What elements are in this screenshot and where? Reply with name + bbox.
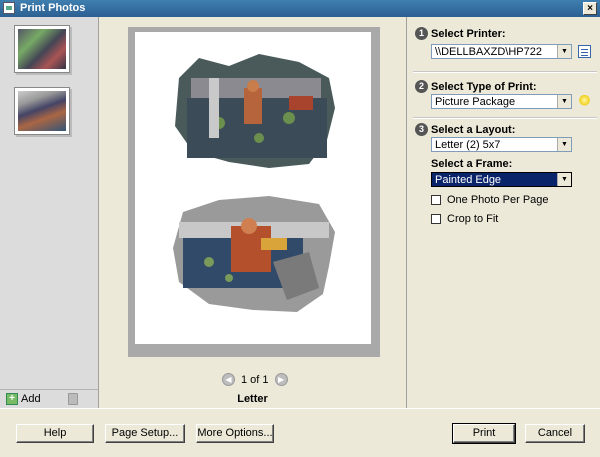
add-label: Add — [21, 393, 41, 405]
help-button[interactable]: Help — [16, 424, 94, 443]
crop-to-fit-label: Crop to Fit — [447, 213, 499, 225]
select-layout-label: Select a Layout: — [431, 124, 516, 136]
add-icon: + — [6, 393, 18, 405]
print-photos-app-icon — [3, 2, 15, 14]
page-setup-button[interactable]: Page Setup... — [105, 424, 185, 443]
printer-dropdown[interactable]: \\DELLBAXZD\HP722 ▼ — [431, 44, 572, 59]
photo-thumbnail-2[interactable] — [14, 87, 70, 135]
next-page-arrow-icon[interactable]: ▶ — [274, 373, 288, 386]
layout-value: Letter (2) 5x7 — [435, 139, 501, 151]
printer-properties-icon[interactable] — [578, 45, 591, 58]
dialog-button-bar: Help Page Setup... More Options... Print… — [0, 408, 600, 457]
frame-value: Painted Edge — [435, 174, 502, 186]
crop-to-fit-checkbox[interactable]: Crop to Fit — [431, 213, 498, 225]
print-button[interactable]: Print — [452, 423, 516, 444]
window-title: Print Photos — [20, 2, 86, 14]
divider — [413, 71, 597, 73]
one-photo-per-page-checkbox[interactable]: One Photo Per Page — [431, 194, 549, 206]
print-preview-area: ◀ 1 of 1 ▶ Letter — [99, 17, 406, 408]
page-navigator: ◀ 1 of 1 ▶ — [222, 373, 288, 386]
photo-thumbnail-1[interactable] — [14, 25, 70, 73]
frame-dropdown[interactable]: Painted Edge ▼ — [431, 172, 572, 187]
page-size-label: Letter — [237, 393, 268, 405]
trash-icon[interactable] — [68, 393, 78, 405]
more-options-button[interactable]: More Options... — [196, 424, 274, 443]
step-3-badge: 3 — [415, 123, 428, 136]
print-settings-panel: 1 Select Printer: \\DELLBAXZD\HP722 ▼ 2 … — [406, 17, 600, 408]
print-type-dropdown[interactable]: Picture Package ▼ — [431, 94, 572, 109]
add-photo-button[interactable]: + Add — [6, 393, 41, 405]
checkbox-box[interactable] — [431, 214, 441, 224]
cancel-button[interactable]: Cancel — [525, 424, 585, 443]
chevron-down-icon[interactable]: ▼ — [557, 95, 571, 108]
layout-dropdown[interactable]: Letter (2) 5x7 ▼ — [431, 137, 572, 152]
lightbulb-icon[interactable] — [578, 95, 591, 108]
page-preview-frame — [128, 27, 380, 357]
checkbox-box[interactable] — [431, 195, 441, 205]
printer-value: \\DELLBAXZD\HP722 — [435, 46, 542, 58]
step-2-badge: 2 — [415, 80, 428, 93]
print-type-value: Picture Package — [435, 96, 516, 108]
chevron-down-icon[interactable]: ▼ — [557, 138, 571, 151]
divider — [413, 117, 597, 119]
page-preview — [135, 32, 371, 344]
select-printer-label: Select Printer: — [431, 28, 506, 40]
page-counter: 1 of 1 — [241, 373, 269, 386]
step-1-badge: 1 — [415, 27, 428, 40]
select-type-label: Select Type of Print: — [431, 81, 537, 93]
chevron-down-icon[interactable]: ▼ — [557, 173, 571, 186]
thumbnail-toolbar: + Add — [0, 389, 98, 409]
preview-photo-2 — [173, 196, 335, 312]
chevron-down-icon[interactable]: ▼ — [557, 45, 571, 58]
one-photo-per-page-label: One Photo Per Page — [447, 194, 549, 206]
title-bar: Print Photos × — [0, 0, 600, 17]
select-frame-label: Select a Frame: — [431, 158, 513, 170]
photo-thumbnail-panel: + Add — [0, 17, 99, 408]
preview-photo-1 — [175, 54, 335, 168]
close-button[interactable]: × — [583, 2, 597, 15]
previous-page-arrow-icon[interactable]: ◀ — [222, 373, 235, 386]
